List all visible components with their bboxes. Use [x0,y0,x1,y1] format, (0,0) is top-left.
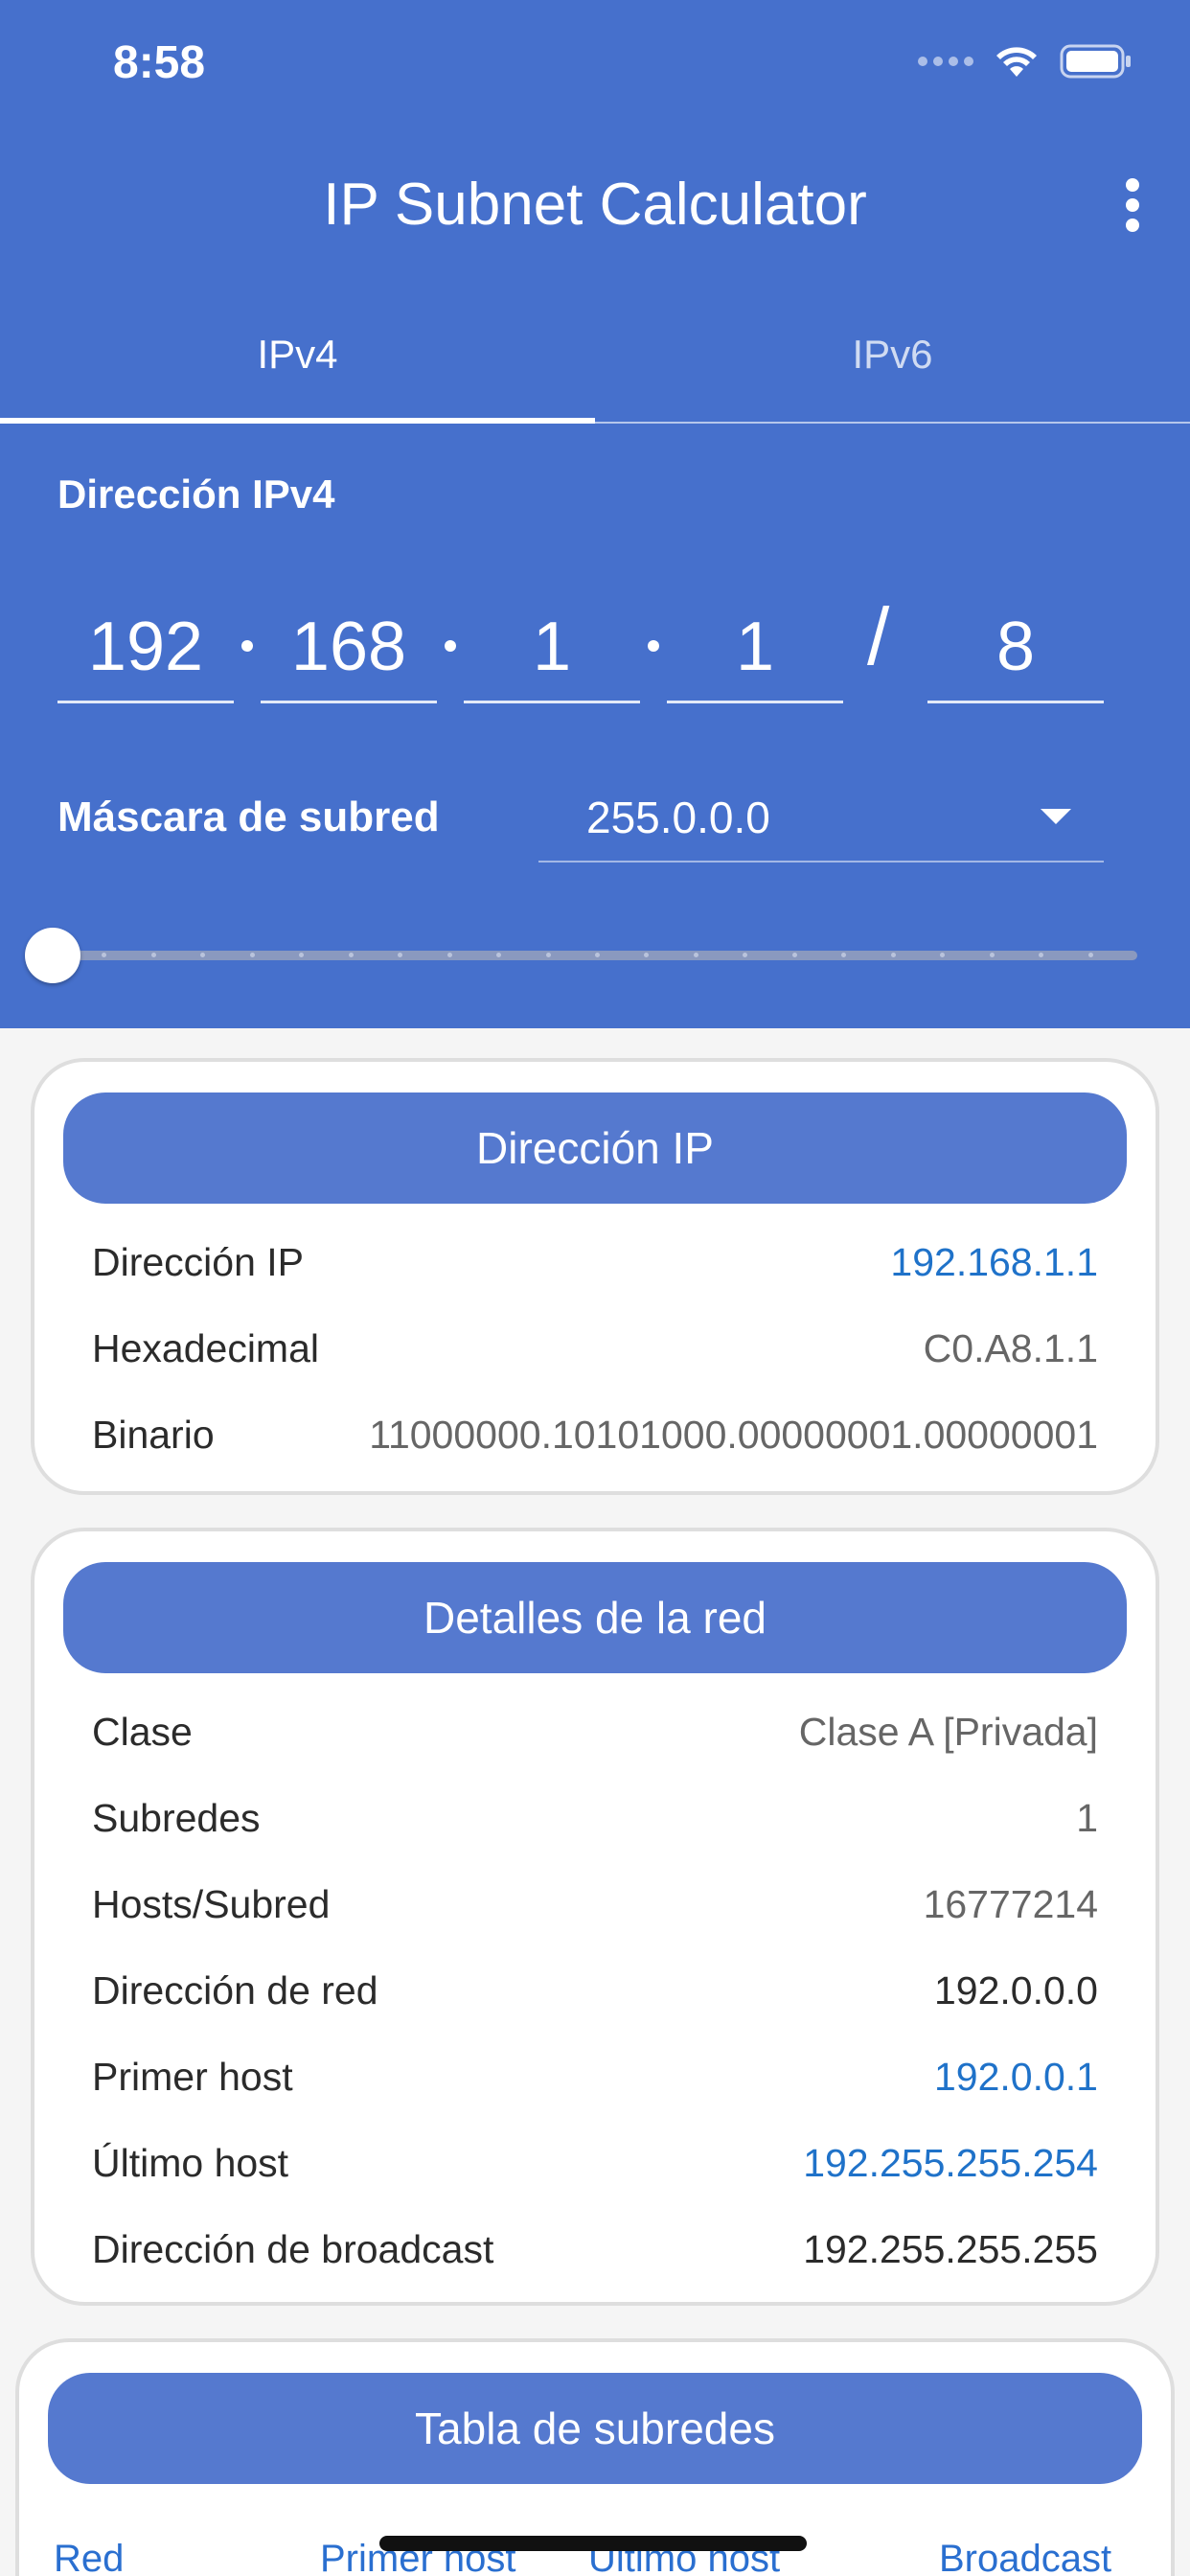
slider-tick [299,953,304,957]
hex-row-value: C0.A8.1.1 [923,1326,1098,1370]
network-address-key: Dirección de red [92,1968,378,2012]
col-header-broadcast[interactable]: Broadcast [939,2538,1111,2576]
subnets-row: Subredes 1 [92,1796,1098,1853]
first-host-value[interactable]: 192.0.0.1 [934,2055,1098,2100]
prefix-slider-ticks [53,953,1137,958]
network-details-card-header: Detalles de la red [63,1562,1127,1673]
col-header-network[interactable]: Red [54,2538,124,2576]
slider-tick [694,953,698,957]
slider-tick [1039,953,1043,957]
slider-tick [792,953,797,957]
network-details-rows: Clase Clase A [Privada] Subredes 1 Hosts… [92,1710,1098,2285]
slider-tick [349,953,354,957]
top-panel: 8:58 IP Subnet Calculator IPv4 IPv6 Dire… [0,0,1190,1028]
slider-tick [1088,953,1093,957]
prefix-input[interactable]: 8 [927,594,1104,703]
hex-row-key: Hexadecimal [92,1326,319,1370]
home-indicator[interactable] [379,2536,807,2551]
network-details-card: Detalles de la red Clase Clase A [Privad… [31,1528,1159,2306]
ip-address-card: Dirección IP Dirección IP 192.168.1.1 He… [31,1058,1159,1495]
network-address-value: 192.0.0.0 [934,1968,1098,2012]
ip-row-value[interactable]: 192.168.1.1 [890,1240,1098,1285]
slider-tick [250,953,255,957]
octet-4-input[interactable]: 1 [667,594,843,703]
signal-icon [918,57,973,66]
slider-tick [200,953,205,957]
broadcast-row: Dirección de broadcast 192.255.255.255 [92,2227,1098,2285]
slider-tick [743,953,747,957]
ip-row-key: Dirección IP [92,1240,305,1284]
binary-row-key: Binario [92,1413,215,1457]
first-host-row: Primer host 192.0.0.1 [92,2055,1098,2112]
subnet-mask-label: Máscara de subred [57,794,440,840]
prefix-separator: / [867,591,890,681]
more-menu-icon[interactable] [1121,178,1144,232]
slider-tick [447,953,452,957]
class-row-value: Clase A [Privada] [798,1710,1098,1754]
status-icons [918,44,1133,79]
slider-tick [102,953,106,957]
octet-separator [648,640,659,652]
last-host-key: Último host [92,2141,289,2185]
binary-row: Binario 11000000.10101000.00000001.00000… [92,1413,1098,1470]
slider-tick [644,953,649,957]
subnet-mask-dropdown[interactable]: 255.0.0.0 [538,776,1104,862]
tab-bar: IPv4 IPv6 [0,307,1190,424]
broadcast-value: 192.255.255.255 [803,2227,1098,2271]
slider-tick [546,953,551,957]
class-row: Clase Clase A [Privada] [92,1710,1098,1767]
battery-icon [1060,44,1133,79]
slider-tick [151,953,156,957]
subnet-mask-value: 255.0.0.0 [586,793,770,842]
tab-indicator [0,418,595,424]
slider-tick [990,953,995,957]
hosts-row-key: Hosts/Subred [92,1882,331,1926]
slider-tick [595,953,600,957]
subnet-table-card-header: Tabla de subredes [48,2373,1142,2484]
ip-address-card-header: Dirección IP [63,1092,1127,1204]
octet-2-input[interactable]: 168 [261,594,437,703]
octet-3-input[interactable]: 1 [464,594,640,703]
wifi-icon [995,44,1039,79]
slider-tick [891,953,896,957]
octet-1-input[interactable]: 192 [57,594,234,703]
slider-tick [841,953,846,957]
last-host-value[interactable]: 192.255.255.254 [803,2141,1098,2186]
dropdown-caret-icon [1041,809,1071,824]
prefix-slider-thumb[interactable] [25,928,80,983]
hex-row: Hexadecimal C0.A8.1.1 [92,1326,1098,1384]
octet-separator [241,640,253,652]
first-host-key: Primer host [92,2055,293,2099]
hosts-row-value: 16777214 [923,1882,1098,1926]
status-time: 8:58 [113,37,206,88]
subnets-row-value: 1 [1076,1796,1098,1840]
slider-tick [496,953,501,957]
slider-tick [398,953,402,957]
ip-address-rows: Dirección IP 192.168.1.1 Hexadecimal C0.… [92,1240,1098,1480]
hosts-row: Hosts/Subred 16777214 [92,1882,1098,1940]
slider-tick [940,953,945,957]
last-host-row: Último host 192.255.255.254 [92,2141,1098,2198]
binary-row-value: 11000000.10101000.00000001.00000001 [369,1413,1098,1457]
network-address-row: Dirección de red 192.0.0.0 [92,1968,1098,2026]
class-row-key: Clase [92,1710,193,1754]
octet-separator [445,640,456,652]
ipv4-address-label: Dirección IPv4 [57,472,335,517]
tab-ipv6[interactable]: IPv6 [595,307,1190,424]
broadcast-key: Dirección de broadcast [92,2227,494,2271]
ip-row: Dirección IP 192.168.1.1 [92,1240,1098,1298]
subnets-row-key: Subredes [92,1796,261,1840]
tab-ipv4[interactable]: IPv4 [0,307,595,424]
app-title: IP Subnet Calculator [323,172,867,238]
